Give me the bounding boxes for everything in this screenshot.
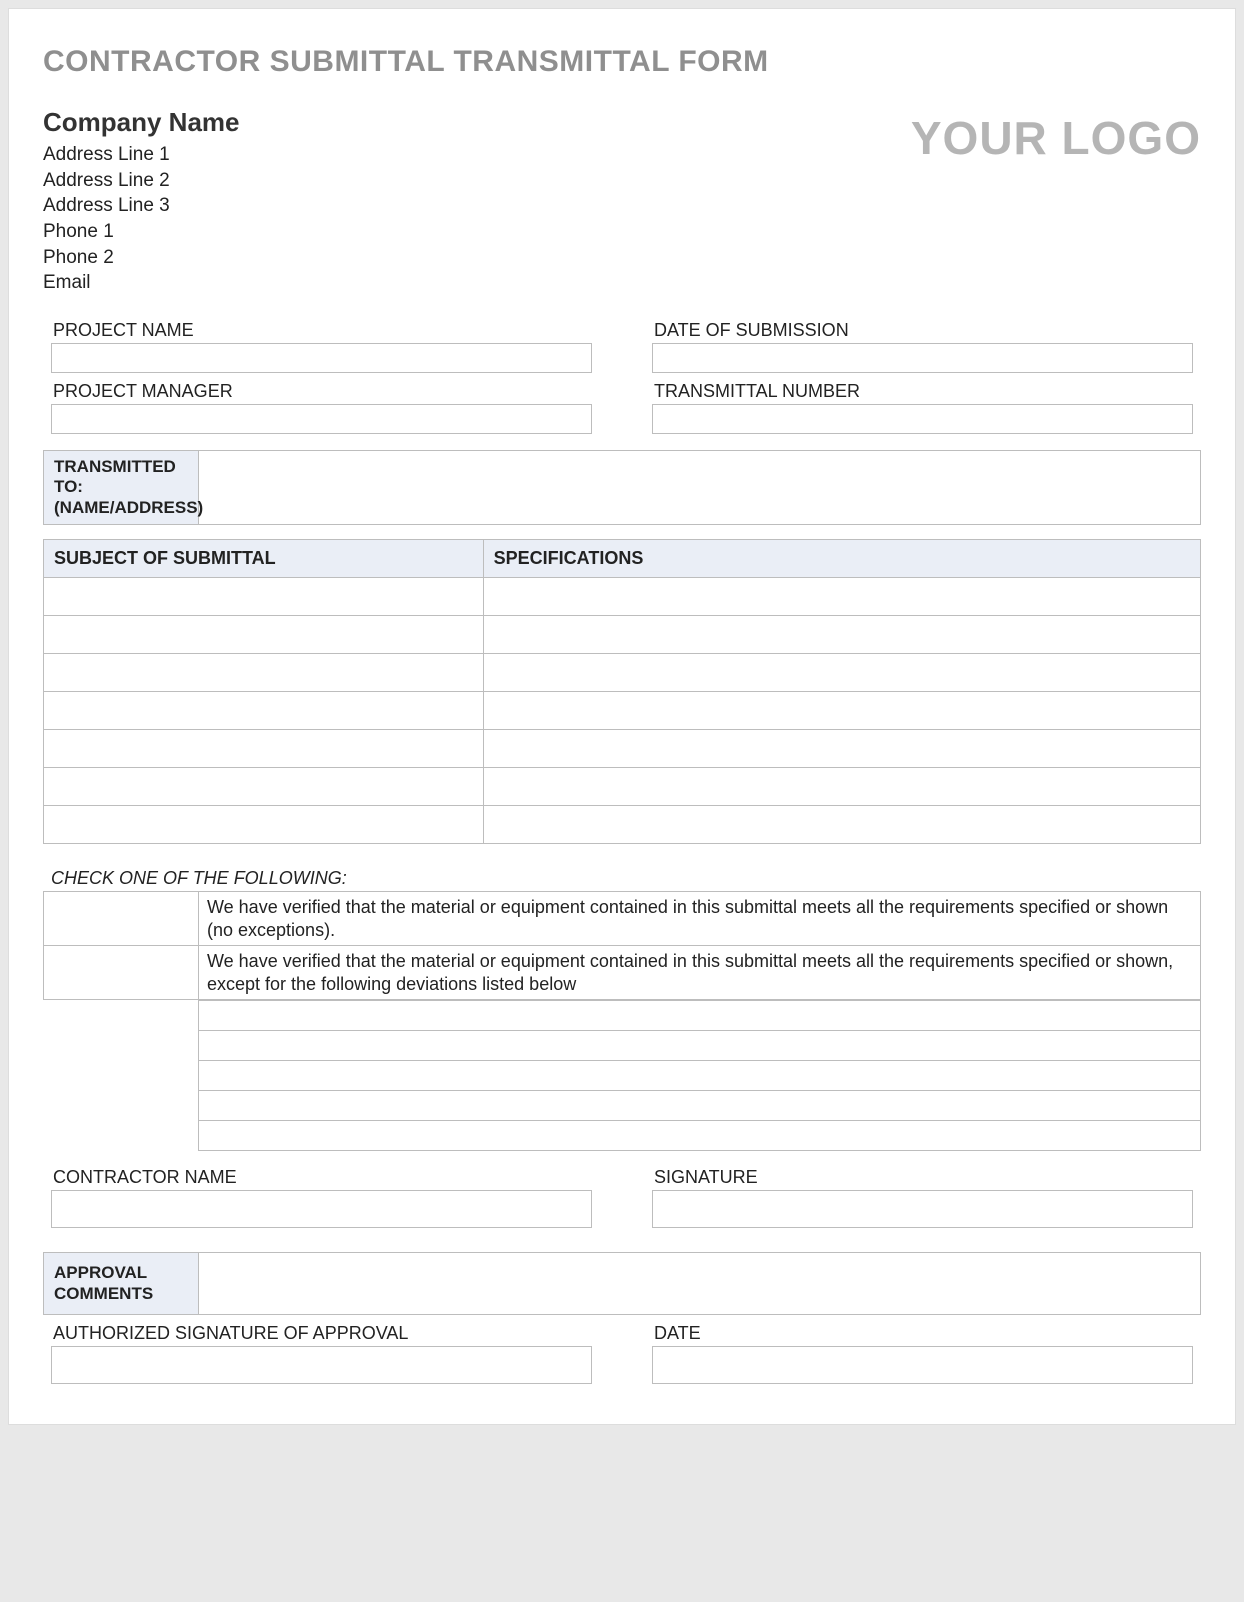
project-name-label: PROJECT NAME [51, 320, 592, 341]
contractor-name-label: CONTRACTOR NAME [51, 1167, 592, 1188]
phone-1: Phone 1 [43, 219, 240, 245]
form-title: CONTRACTOR SUBMITTAL TRANSMITTAL FORM [43, 45, 1201, 79]
date-input[interactable] [652, 1346, 1193, 1384]
signature-input[interactable] [652, 1190, 1193, 1228]
form-page: CONTRACTOR SUBMITTAL TRANSMITTAL FORM Co… [8, 8, 1236, 1425]
deviation-indent [43, 1061, 198, 1091]
deviations-table [43, 1000, 1201, 1151]
specifications-cell[interactable] [483, 806, 1200, 844]
approval-comments-row: APPROVAL COMMENTS [43, 1252, 1201, 1315]
approval-field-grid: AUTHORIZED SIGNATURE OF APPROVAL DATE [43, 1323, 1201, 1384]
top-field-grid: PROJECT NAME DATE OF SUBMISSION PROJECT … [43, 320, 1201, 434]
project-manager-input[interactable] [51, 404, 592, 434]
transmittal-number-input[interactable] [652, 404, 1193, 434]
subject-cell[interactable] [44, 616, 484, 654]
check-option-2-box[interactable] [44, 946, 199, 1000]
specifications-cell[interactable] [483, 578, 1200, 616]
subject-cell[interactable] [44, 692, 484, 730]
subject-cell[interactable] [44, 806, 484, 844]
deviation-indent [43, 1121, 198, 1151]
date-label: DATE [652, 1323, 1193, 1344]
date-of-submission-label: DATE OF SUBMISSION [652, 320, 1193, 341]
company-block: Company Name Address Line 1 Address Line… [43, 105, 240, 296]
header-row: Company Name Address Line 1 Address Line… [43, 105, 1201, 296]
contractor-field-grid: CONTRACTOR NAME SIGNATURE [43, 1167, 1201, 1228]
subject-cell[interactable] [44, 578, 484, 616]
deviation-cell[interactable] [198, 1091, 1201, 1121]
approval-comments-label: APPROVAL COMMENTS [44, 1253, 199, 1314]
check-table: We have verified that the material or eq… [43, 891, 1201, 1000]
check-heading: CHECK ONE OF THE FOLLOWING: [51, 868, 1201, 889]
transmitted-to-value[interactable] [199, 451, 1200, 524]
address-line-1: Address Line 1 [43, 142, 240, 168]
date-of-submission-input[interactable] [652, 343, 1193, 373]
project-name-input[interactable] [51, 343, 592, 373]
deviation-indent [43, 1091, 198, 1121]
check-option-1-box[interactable] [44, 892, 199, 946]
specifications-cell[interactable] [483, 654, 1200, 692]
check-option-1-text: We have verified that the material or eq… [199, 892, 1201, 946]
deviation-cell[interactable] [198, 1031, 1201, 1061]
deviation-indent [43, 1031, 198, 1061]
deviation-cell[interactable] [198, 1061, 1201, 1091]
deviation-cell[interactable] [198, 1001, 1201, 1031]
specifications-cell[interactable] [483, 616, 1200, 654]
subject-cell[interactable] [44, 730, 484, 768]
authorized-signature-input[interactable] [51, 1346, 592, 1384]
address-line-2: Address Line 2 [43, 168, 240, 194]
deviation-indent [43, 1001, 198, 1031]
specifications-col-header: SPECIFICATIONS [483, 540, 1200, 578]
authorized-signature-label: AUTHORIZED SIGNATURE OF APPROVAL [51, 1323, 592, 1344]
specifications-cell[interactable] [483, 730, 1200, 768]
specifications-cell[interactable] [483, 768, 1200, 806]
check-option-2-text: We have verified that the material or eq… [199, 946, 1201, 1000]
approval-comments-value[interactable] [199, 1253, 1200, 1314]
phone-2: Phone 2 [43, 245, 240, 271]
transmitted-to-label: TRANSMITTED TO: (NAME/ADDRESS) [44, 451, 199, 524]
subject-table: SUBJECT OF SUBMITTAL SPECIFICATIONS [43, 539, 1201, 844]
email: Email [43, 270, 240, 296]
subject-col-header: SUBJECT OF SUBMITTAL [44, 540, 484, 578]
transmittal-number-label: TRANSMITTAL NUMBER [652, 381, 1193, 402]
signature-label: SIGNATURE [652, 1167, 1193, 1188]
contractor-name-input[interactable] [51, 1190, 592, 1228]
project-manager-label: PROJECT MANAGER [51, 381, 592, 402]
address-line-3: Address Line 3 [43, 193, 240, 219]
deviation-cell[interactable] [198, 1121, 1201, 1151]
subject-cell[interactable] [44, 654, 484, 692]
company-name: Company Name [43, 105, 240, 140]
transmitted-to-row: TRANSMITTED TO: (NAME/ADDRESS) [43, 450, 1201, 525]
specifications-cell[interactable] [483, 692, 1200, 730]
logo-placeholder: YOUR LOGO [911, 105, 1201, 165]
subject-cell[interactable] [44, 768, 484, 806]
